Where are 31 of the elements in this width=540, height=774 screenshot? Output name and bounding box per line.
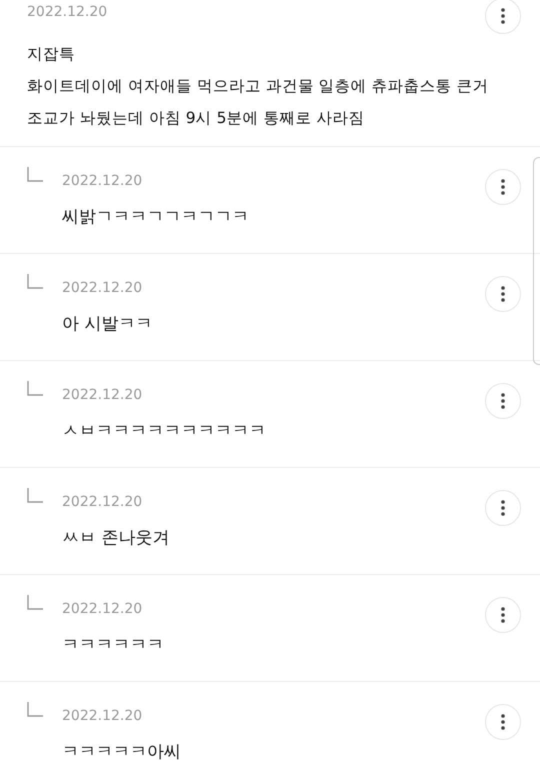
reply-text: ㅅㅂㅋㅋㅋㅋㅋㅋㅋㅋㅋㅋ	[62, 420, 267, 442]
reply-text: 아 시발ㅋㅋ	[62, 313, 154, 335]
more-options-button[interactable]	[485, 383, 521, 419]
more-icon	[501, 607, 505, 623]
more-icon	[501, 500, 505, 516]
comment-text: 지잡특	[27, 44, 76, 65]
reply-date: 2022.12.20	[62, 279, 144, 298]
reply-text: ㅋㅋㅋㅋㅋㅋ	[62, 634, 165, 656]
more-icon	[501, 714, 505, 730]
comment-text: 조교가 놔뒀는데 아침 9시 5분에 통째로 사라짐	[27, 108, 366, 129]
reply-date: 2022.12.20	[62, 707, 144, 726]
more-icon	[501, 286, 505, 302]
comment-text: 화이트데이에 여자애들 먹으라고 과건물 일층에 츄파춥스통 큰거	[27, 76, 490, 97]
scroll-bar[interactable]	[533, 157, 540, 365]
more-options-button[interactable]	[485, 490, 521, 526]
reply-date: 2022.12.20	[62, 172, 144, 191]
reply-date: 2022.12.20	[62, 493, 144, 512]
reply-text: 씨밝ㄱㅋㅋㄱㄱㅋㄱㄱㅋ	[62, 206, 250, 228]
reply-date: 2022.12.20	[62, 600, 144, 619]
reply-text: ㅋㅋㅋㅋㅋ아씨	[62, 741, 182, 763]
more-options-button[interactable]	[485, 0, 521, 34]
more-icon	[501, 179, 505, 195]
more-options-button[interactable]	[485, 169, 521, 205]
more-icon	[501, 393, 505, 409]
more-options-button[interactable]	[485, 704, 521, 740]
more-options-button[interactable]	[485, 597, 521, 633]
reply-text: ㅆㅂ 존나웃겨	[62, 527, 170, 549]
more-icon	[501, 8, 505, 24]
reply-date: 2022.12.20	[62, 386, 144, 405]
comment-date: 2022.12.20	[27, 3, 108, 22]
more-options-button[interactable]	[485, 276, 521, 312]
